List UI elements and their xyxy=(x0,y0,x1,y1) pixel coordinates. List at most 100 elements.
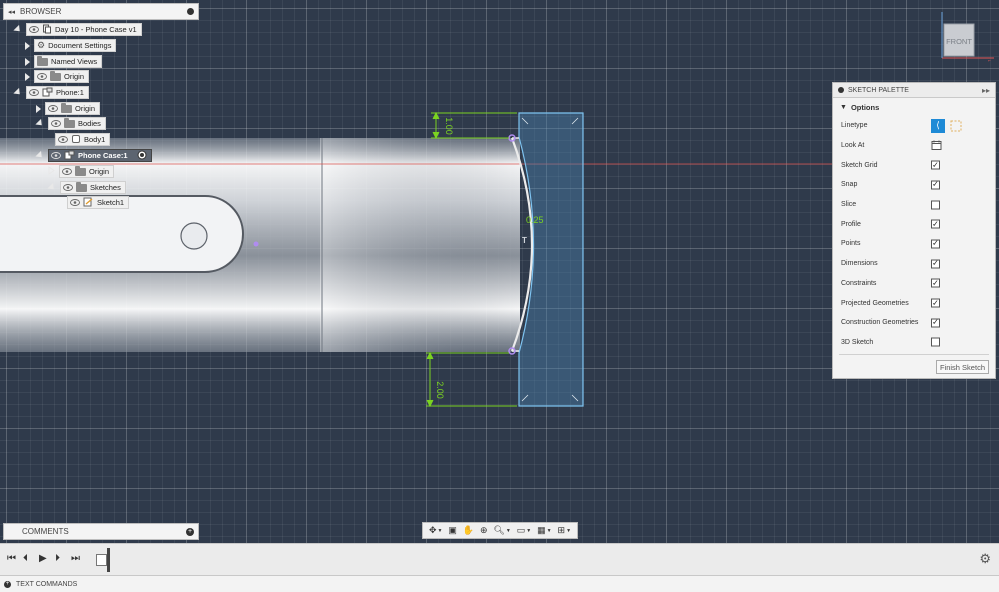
3d-sketch-checkbox[interactable] xyxy=(931,337,940,347)
palette-header[interactable]: SKETCH PALETTE ▸▸ xyxy=(833,83,995,98)
dimension-radius-label[interactable]: 0.25 xyxy=(526,215,544,225)
collapse-arrow-icon[interactable] xyxy=(13,87,23,98)
origin-point[interactable] xyxy=(253,241,259,247)
tree-row-origin[interactable]: Origin xyxy=(25,70,90,83)
viewcube-face-label[interactable]: FRONT xyxy=(946,37,972,46)
tree-node[interactable]: Body1 xyxy=(55,133,111,146)
tree-node[interactable]: Phone:1 xyxy=(26,86,89,99)
snap-checkbox[interactable]: ✓ xyxy=(931,180,940,190)
tree-row-sketches[interactable]: Sketches xyxy=(47,181,126,194)
zoom-icon[interactable]: 🔍︎ ▼ xyxy=(493,525,510,536)
construction-linetype-button[interactable]: ⟨ xyxy=(931,118,945,133)
tree-row-document-settings[interactable]: ⚙ Document Settings xyxy=(25,39,117,52)
expand-arrow-icon[interactable] xyxy=(25,41,30,50)
expand-arrow-icon[interactable] xyxy=(25,57,30,66)
browser-header[interactable]: ◂◂ BROWSER xyxy=(3,3,199,20)
activate-radio-icon[interactable] xyxy=(137,150,147,162)
browser-pin-icon[interactable] xyxy=(187,8,194,15)
folder-icon xyxy=(76,181,87,192)
collapse-arrow-icon[interactable] xyxy=(13,24,23,35)
visibility-eye-icon[interactable] xyxy=(58,136,68,143)
tree-node[interactable]: Origin xyxy=(45,102,101,115)
tree-row-body1[interactable]: Body1 xyxy=(46,133,111,146)
step-back-icon[interactable]: ⏴ xyxy=(23,553,28,564)
expand-arrow-icon[interactable] xyxy=(25,72,30,81)
tree-node[interactable]: Day 10 - Phone Case v1 xyxy=(26,23,142,36)
collapse-arrow-icon[interactable] xyxy=(47,182,57,193)
profile-checkbox[interactable]: ✓ xyxy=(931,219,940,229)
grid-icon[interactable]: ▦ ▼ xyxy=(537,525,551,536)
centerline-linetype-button[interactable] xyxy=(949,119,963,133)
timeline-sketch-feature-icon[interactable] xyxy=(96,554,107,566)
tree-node-label: Origin xyxy=(89,167,110,176)
tree-node[interactable]: Bodies xyxy=(48,117,106,130)
collapse-arrow-icon[interactable] xyxy=(35,150,45,161)
sketch-icon xyxy=(83,197,94,209)
dimensions-checkbox[interactable]: ✓ xyxy=(931,259,940,269)
go-to-start-icon[interactable]: ⏮ xyxy=(7,553,16,564)
finish-sketch-button[interactable]: Finish Sketch xyxy=(935,360,989,374)
options-section-toggle[interactable]: ▼ Options xyxy=(833,98,995,116)
tree-row-named-views[interactable]: Named Views xyxy=(25,55,103,68)
projected-geometries-checkbox[interactable]: ✓ xyxy=(931,298,940,308)
tree-node[interactable]: Origin xyxy=(34,70,90,83)
tree-node[interactable]: Origin xyxy=(59,165,115,178)
viewports-icon[interactable]: ⊞ ▼ xyxy=(558,525,572,536)
tree-node[interactable]: ⚙ Document Settings xyxy=(34,39,117,52)
tree-node[interactable]: Sketch1 xyxy=(67,196,130,209)
viewcube[interactable]: FRONT ⌐ xyxy=(936,10,996,66)
visibility-eye-icon[interactable] xyxy=(51,152,61,159)
sketch-profile[interactable] xyxy=(518,112,584,407)
expand-icon[interactable]: ▸▸ xyxy=(982,86,990,95)
tree-node[interactable]: Phone Case:1 xyxy=(48,149,152,162)
tree-row-bodies[interactable]: Bodies xyxy=(35,117,106,130)
collapse-arrow-icon[interactable] xyxy=(35,118,45,129)
tree-row-phone-case-1[interactable]: Phone Case:1 xyxy=(35,149,152,162)
play-icon[interactable]: ▶ xyxy=(39,553,47,564)
expand-arrow-icon[interactable] xyxy=(48,166,55,177)
add-icon[interactable]: + xyxy=(4,580,11,588)
points-checkbox[interactable]: ✓ xyxy=(931,239,940,249)
timeline-marker[interactable] xyxy=(107,548,110,572)
dimension-bottom-label[interactable]: 2.00 xyxy=(435,381,445,399)
look-at-icon[interactable] xyxy=(931,139,942,152)
tree-row-phone-1[interactable]: Phone:1 xyxy=(13,86,89,99)
timeline-settings-gear-icon[interactable]: ⚙ xyxy=(979,551,991,567)
step-forward-icon[interactable]: ⏵ xyxy=(55,553,60,564)
tangent-constraint-icon[interactable]: T xyxy=(522,236,527,245)
visibility-eye-icon[interactable] xyxy=(29,89,39,96)
visibility-eye-icon[interactable] xyxy=(63,184,73,191)
construction-geometries-checkbox[interactable]: ✓ xyxy=(931,318,940,328)
tree-row-origin[interactable]: Origin xyxy=(48,165,115,178)
orbit-icon[interactable]: ✥ ▼ xyxy=(429,525,443,536)
go-to-end-icon[interactable]: ⏭ xyxy=(71,553,80,564)
look-at-icon[interactable]: ▣ xyxy=(448,525,457,536)
pan-icon[interactable]: ✋ xyxy=(463,525,474,536)
dimension-top-label[interactable]: 1.00 xyxy=(444,117,454,135)
zoom-window-icon[interactable]: ⊕ xyxy=(480,525,488,536)
folder-icon xyxy=(75,165,86,176)
visibility-eye-icon[interactable] xyxy=(62,168,72,175)
visibility-eye-icon[interactable] xyxy=(48,105,58,112)
comments-title: COMMENTS xyxy=(22,527,69,536)
slice-checkbox[interactable] xyxy=(931,200,940,210)
text-commands-bar[interactable]: + TEXT COMMANDS xyxy=(0,575,999,592)
tree-row-sketch1[interactable]: Sketch1 xyxy=(58,196,130,209)
expand-arrow-icon[interactable] xyxy=(36,104,41,113)
tree-node[interactable]: Sketches xyxy=(60,181,126,194)
add-comment-icon[interactable]: + xyxy=(186,527,194,536)
sketch-grid-checkbox[interactable]: ✓ xyxy=(931,160,940,170)
display-settings-icon[interactable]: ▭ ▼ xyxy=(517,525,531,536)
tree-row-origin[interactable]: Origin xyxy=(36,102,101,115)
visibility-eye-icon[interactable] xyxy=(70,199,80,206)
visibility-eye-icon[interactable] xyxy=(51,120,61,127)
canvas-viewport[interactable]: 1.00 2.00 0.25 T ◂◂ BROWSER Day 10 - Pho… xyxy=(0,0,999,543)
constraints-checkbox[interactable]: ✓ xyxy=(931,278,940,288)
comments-header[interactable]: COMMENTS + xyxy=(3,523,199,540)
dimension-top[interactable] xyxy=(431,111,517,140)
tree-row-day-10-phone-case-v1[interactable]: Day 10 - Phone Case v1 xyxy=(13,23,142,36)
visibility-eye-icon[interactable] xyxy=(29,26,39,33)
visibility-eye-icon[interactable] xyxy=(37,73,47,80)
collapse-icon[interactable]: ◂◂ xyxy=(8,8,15,16)
tree-node[interactable]: Named Views xyxy=(34,55,103,68)
